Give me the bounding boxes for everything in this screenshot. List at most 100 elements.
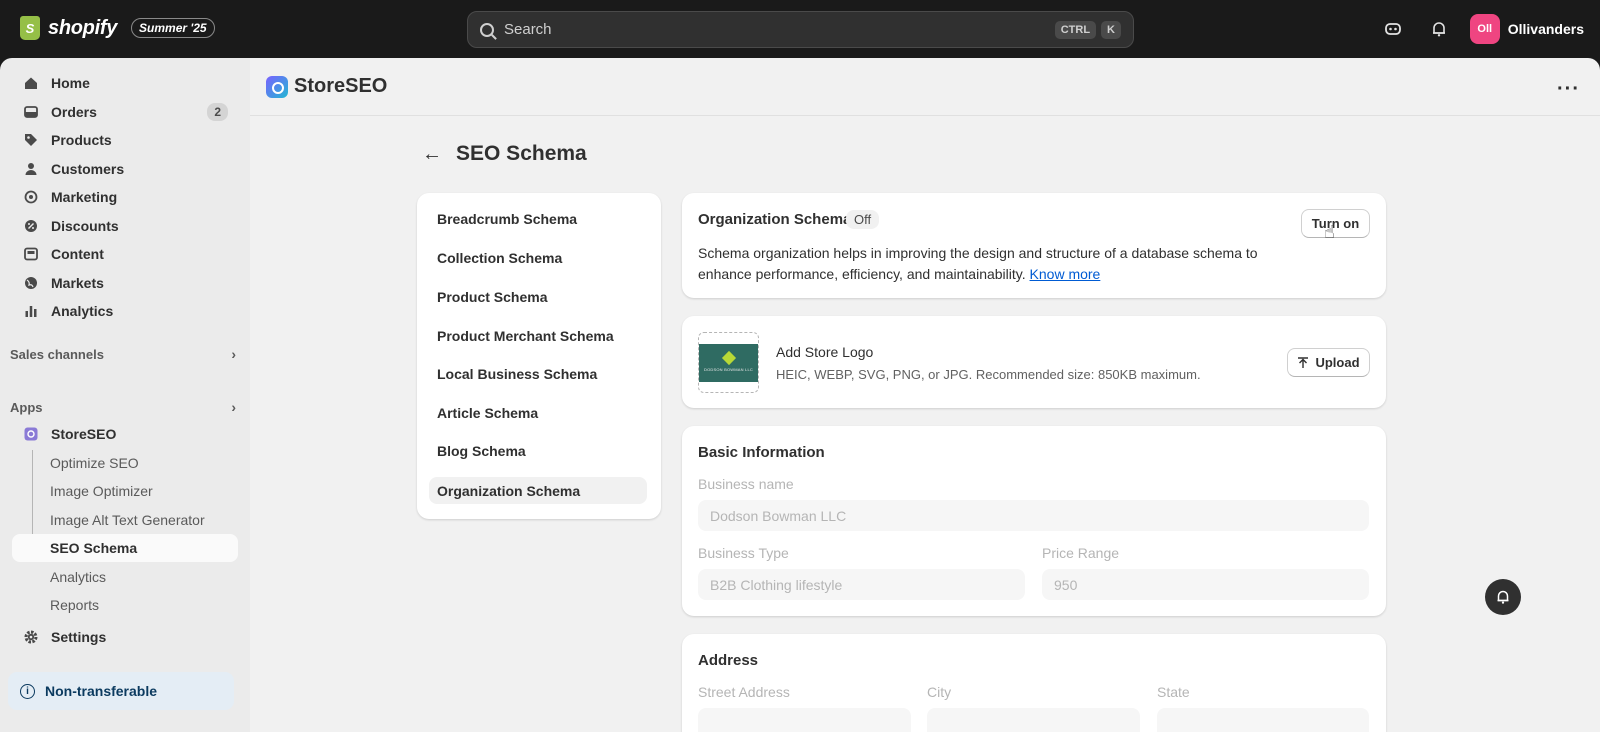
sidekick-icon[interactable]: [1378, 14, 1408, 44]
know-more-link[interactable]: Know more: [1030, 266, 1101, 282]
globe-icon: [23, 275, 39, 291]
store-avatar[interactable]: Oll: [1469, 14, 1500, 44]
upload-button-label: Upload: [1315, 355, 1360, 370]
sales-channels-section[interactable]: Sales channels ›: [10, 346, 236, 362]
sidebar-item-label: Marketing: [51, 189, 118, 205]
search-placeholder: Search: [504, 21, 552, 38]
sidebar-item-label: StoreSEO: [51, 426, 117, 442]
more-actions-icon[interactable]: ···: [1557, 78, 1580, 101]
schema-item-local-business[interactable]: Local Business Schema: [429, 360, 647, 387]
section-label: Apps: [10, 399, 43, 415]
sidebar-item-label: Markets: [51, 275, 104, 291]
state-field[interactable]: [1157, 708, 1369, 732]
orders-icon: [23, 104, 39, 120]
business-type-field[interactable]: B2B Clothing lifestyle: [698, 569, 1025, 600]
upload-icon: [1298, 356, 1309, 368]
upload-button[interactable]: Upload: [1287, 348, 1370, 377]
sidebar-subitem-analytics[interactable]: Analytics: [12, 563, 238, 591]
bell-icon[interactable]: [1424, 14, 1454, 44]
sidebar-item-label: Orders: [51, 104, 97, 120]
shopify-bag-icon: [20, 16, 40, 40]
person-icon: [23, 161, 39, 177]
sidebar-subitem-seo-schema[interactable]: SEO Schema: [12, 534, 238, 562]
tag-icon: [23, 132, 39, 148]
sidebar-item-label: Home: [51, 75, 90, 91]
bell-icon: [1497, 590, 1509, 604]
business-type-label: Business Type: [698, 545, 789, 561]
non-transferable-notice[interactable]: i Non-transferable: [8, 672, 234, 710]
schema-item-product-merchant[interactable]: Product Merchant Schema: [429, 322, 647, 349]
business-name-label: Business name: [698, 476, 794, 492]
basic-information-card: Basic Information Business name Dodson B…: [682, 426, 1386, 616]
upload-title: Add Store Logo: [776, 344, 874, 360]
schema-item-blog[interactable]: Blog Schema: [429, 437, 647, 464]
schema-item-organization[interactable]: Organization Schema: [429, 477, 647, 504]
sidebar-subitem-reports[interactable]: Reports: [12, 591, 238, 619]
bar-chart-icon: [23, 303, 39, 319]
gear-icon: [23, 629, 39, 645]
sidebar-item-marketing[interactable]: Marketing: [12, 183, 238, 211]
upload-hint: HEIC, WEBP, SVG, PNG, or JPG. Recommende…: [776, 367, 1201, 382]
store-logo-card: DODSON BOWMAN LLC Add Store Logo HEIC, W…: [682, 316, 1386, 408]
store-name[interactable]: Ollivanders: [1508, 21, 1584, 37]
schema-item-article[interactable]: Article Schema: [429, 399, 647, 426]
street-address-label: Street Address: [698, 684, 790, 700]
storeseo-logo-icon: [266, 75, 288, 98]
logo-hexagon-icon: [721, 350, 736, 366]
sidebar-item-label: Products: [51, 132, 112, 148]
card-title: Organization Schema: [698, 211, 852, 228]
chevron-right-icon: ›: [231, 346, 236, 362]
turn-on-button[interactable]: Turn on: [1301, 209, 1370, 238]
sidebar-subitem-optimize-seo[interactable]: Optimize SEO: [12, 449, 238, 477]
store-logo-image: DODSON BOWMAN LLC: [699, 343, 758, 382]
brand-name: shopify: [48, 16, 118, 39]
target-icon: [23, 189, 39, 205]
shopify-logo[interactable]: shopify Summer '25: [20, 16, 215, 40]
organization-schema-card: Organization Schema Off Turn on Schema o…: [682, 193, 1386, 298]
store-logo-thumbnail[interactable]: DODSON BOWMAN LLC: [698, 332, 759, 393]
city-label: City: [927, 684, 952, 700]
home-icon: [23, 75, 39, 91]
sidebar-item-analytics[interactable]: Analytics: [12, 297, 238, 325]
sidebar-subitem-alt-text-generator[interactable]: Image Alt Text Generator: [12, 506, 238, 534]
sidebar-item-discounts[interactable]: Discounts: [12, 212, 238, 240]
sidebar-item-customers[interactable]: Customers: [12, 155, 238, 183]
city-field[interactable]: [927, 708, 1140, 732]
sidebar-item-label: Discounts: [51, 218, 119, 234]
sidebar-item-label: Settings: [51, 629, 107, 645]
price-range-field[interactable]: 950: [1042, 569, 1369, 600]
status-badge: Off: [846, 210, 880, 229]
apps-section[interactable]: Apps ›: [10, 399, 236, 415]
card-title: Address: [698, 652, 759, 669]
sidebar-item-content[interactable]: Content: [12, 240, 238, 268]
content-icon: [23, 246, 39, 262]
street-address-field[interactable]: [698, 708, 911, 732]
schema-item-breadcrumb[interactable]: Breadcrumb Schema: [429, 205, 647, 232]
sidebar-item-label: Customers: [51, 161, 125, 177]
sidebar-item-label: Analytics: [51, 303, 114, 319]
sidebar-item-markets[interactable]: Markets: [12, 269, 238, 297]
schema-list: Breadcrumb Schema Collection Schema Prod…: [417, 193, 661, 519]
sidebar-item-storeseo[interactable]: StoreSEO: [12, 420, 238, 448]
back-arrow-icon[interactable]: ←: [422, 143, 442, 166]
search-bar[interactable]: Search CTRL K: [467, 11, 1134, 48]
sidebar: Home Orders 2 Products Customers Marketi…: [0, 58, 250, 732]
schema-item-product[interactable]: Product Schema: [429, 283, 647, 310]
sidebar-item-settings[interactable]: Settings: [12, 623, 238, 651]
sidebar-item-label: Content: [51, 246, 104, 262]
schema-item-collection[interactable]: Collection Schema: [429, 244, 647, 271]
notification-fab[interactable]: [1485, 579, 1521, 615]
discount-icon: [23, 218, 39, 234]
state-label: State: [1157, 684, 1190, 700]
sidebar-subitem-image-optimizer[interactable]: Image Optimizer: [12, 477, 238, 505]
description-text: Schema organization helps in improving t…: [698, 245, 1258, 282]
section-label: Sales channels: [10, 346, 104, 362]
page-title-row: ← SEO Schema: [422, 142, 587, 166]
info-icon: i: [20, 683, 35, 699]
shortcut-key-k: K: [1101, 20, 1121, 39]
business-name-field[interactable]: Dodson Bowman LLC: [698, 500, 1369, 531]
sidebar-item-home[interactable]: Home: [12, 69, 238, 97]
sidebar-item-products[interactable]: Products: [12, 126, 238, 154]
sidebar-item-orders[interactable]: Orders 2: [12, 98, 238, 126]
edition-badge[interactable]: Summer '25: [131, 18, 215, 38]
